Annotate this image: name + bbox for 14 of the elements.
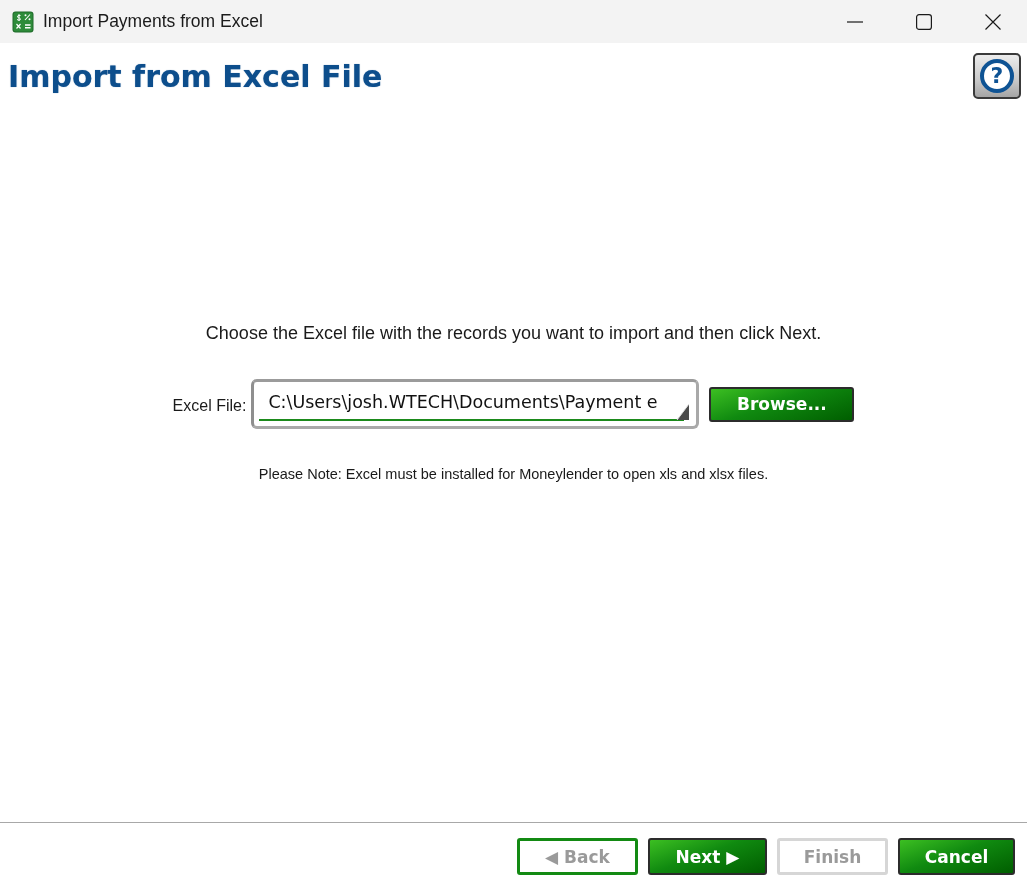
wizard-button[interactable]: Cancel: [898, 838, 1015, 875]
browse-button[interactable]: Browse...: [709, 386, 855, 422]
maximize-icon: [915, 13, 932, 30]
instruction-text: Choose the Excel file with the records you want to import and then click Next.: [205, 322, 822, 344]
page-heading: Import from Excel File: [8, 58, 383, 96]
wizard-button[interactable]: Next ▶: [648, 838, 767, 875]
calculator-icon: [12, 10, 34, 33]
close-icon: [984, 13, 1001, 30]
field-label: Excel File:: [172, 396, 247, 415]
note-text: Please Note: Excel must be installed for Moneylender to open xls and xlsx files.: [258, 466, 769, 483]
minimize-icon: [846, 20, 863, 23]
file-path-field[interactable]: C:\Users\josh.WTECH\Documents\Payment e: [251, 379, 700, 429]
window-title: Import Payments from Excel: [43, 11, 263, 32]
help-button[interactable]: ?: [973, 53, 1021, 99]
